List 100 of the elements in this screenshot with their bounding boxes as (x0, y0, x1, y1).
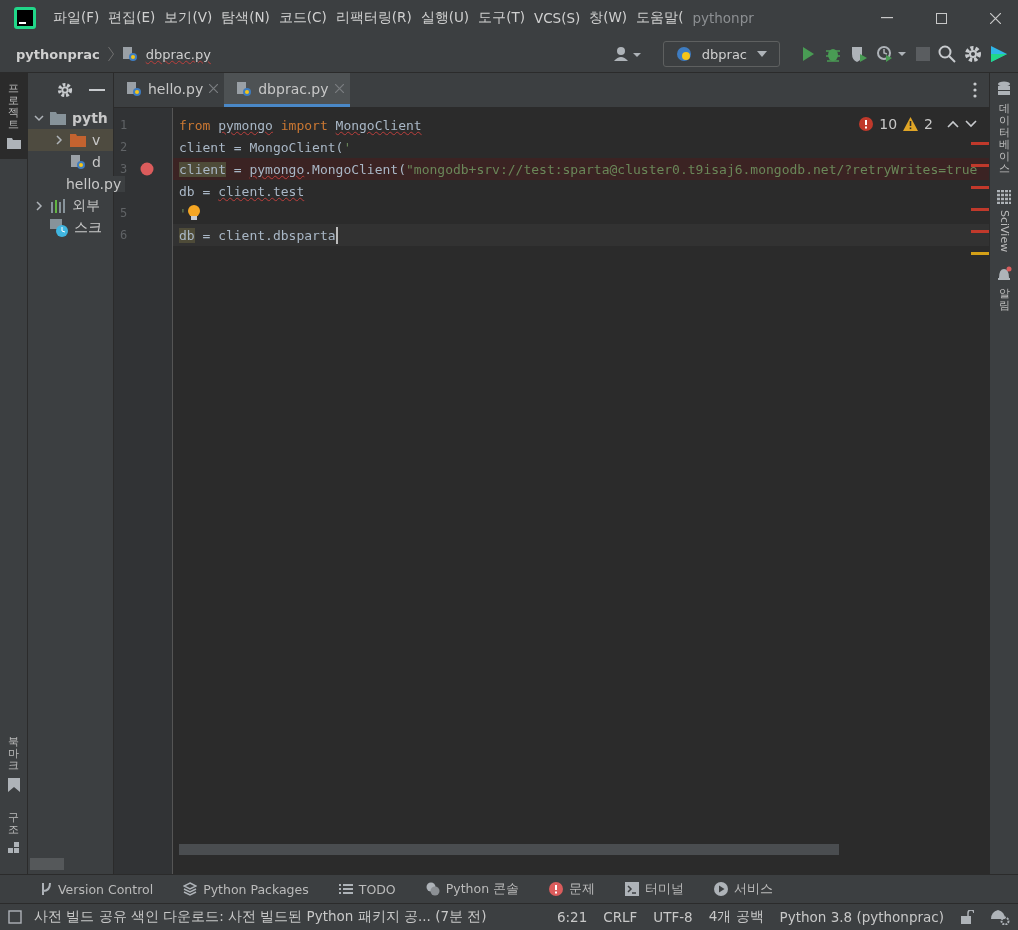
play-icon (714, 882, 729, 896)
menu-item[interactable]: 탐색(N) (221, 9, 270, 27)
code-line: ' (179, 205, 187, 221)
chevron-right-icon[interactable] (34, 201, 44, 211)
status-message[interactable]: 사전 빌드 공유 색인 다운로드: 사전 빌드된 Python 패키지 공... (7분 전) (34, 908, 487, 926)
database-tool-tab[interactable]: 데이터베이스 (997, 81, 1011, 176)
settings-icon[interactable] (57, 82, 73, 98)
bookmark-icon (7, 777, 20, 792)
minimize-panel-icon[interactable] (89, 88, 105, 92)
menu-item[interactable]: 리팩터링(R) (335, 9, 412, 27)
shield-run-icon[interactable] (850, 45, 868, 63)
grid-icon (997, 189, 1011, 204)
window-title: pythonpr (692, 10, 754, 26)
menu-item[interactable]: 창(W) (589, 9, 628, 27)
search-icon[interactable] (938, 45, 956, 63)
breadcrumb-project[interactable]: pythonprac (16, 46, 100, 62)
menu-item[interactable]: 보기(V) (164, 9, 213, 27)
terminal-icon (625, 882, 640, 896)
branch-icon (40, 882, 52, 896)
list-icon (338, 883, 353, 895)
scratch-clock-icon (50, 219, 68, 237)
tree-item[interactable]: v (92, 132, 101, 148)
tool-window-button[interactable]: TODO (338, 881, 396, 897)
tool-window-button[interactable]: 문제 (549, 880, 596, 898)
close-icon[interactable] (990, 12, 1001, 24)
settings-icon[interactable] (964, 45, 982, 63)
inspector-icon[interactable] (990, 909, 1010, 925)
scrollbar-thumb[interactable] (179, 844, 839, 855)
layers-icon (183, 882, 198, 896)
tool-window-button[interactable]: Python Packages (183, 881, 309, 897)
code-line: db = client.test (179, 183, 305, 199)
tool-window-button[interactable]: 터미널 (625, 880, 685, 898)
tree-item[interactable]: d (92, 154, 101, 170)
python-file-icon (126, 80, 142, 97)
menu-item[interactable]: VCS(S) (533, 10, 581, 26)
breadcrumb-separator-icon (107, 47, 114, 61)
error-count[interactable]: 10 (879, 116, 898, 132)
bell-icon (996, 265, 1012, 282)
error-icon[interactable] (859, 117, 874, 131)
triangle-logo-icon[interactable] (990, 45, 1008, 63)
menu-item[interactable]: 파일(F) (53, 9, 100, 27)
menu-item[interactable]: 실행(U) (420, 9, 470, 27)
tool-window-button[interactable]: Version Control (40, 881, 154, 897)
python-icon (425, 882, 440, 896)
menu-item[interactable]: 도움말( (636, 9, 684, 27)
run-configuration-dropdown[interactable]: dbprac (662, 41, 780, 67)
python-file-icon (236, 80, 253, 97)
cursor-position[interactable]: 6:21 (556, 909, 588, 925)
structure-tool-tab[interactable]: 구조 (7, 801, 20, 864)
line-ending[interactable]: CRLF (603, 909, 638, 925)
warning-count[interactable]: 2 (924, 116, 933, 132)
scrollbar-thumb[interactable] (30, 858, 64, 870)
editor-tab[interactable]: dbprac.py (224, 73, 350, 107)
profiler-icon[interactable] (876, 45, 908, 63)
warning-icon[interactable] (903, 117, 919, 131)
chevron-up-icon[interactable] (947, 120, 959, 128)
sciview-tool-tab[interactable]: SciView (997, 189, 1011, 252)
project-tool-tab[interactable]: 프로젝트 (0, 73, 27, 160)
python-icon (675, 46, 692, 62)
close-icon[interactable] (209, 84, 219, 93)
menu-item[interactable]: 편집(E) (108, 9, 156, 27)
tree-item[interactable]: 외부 (72, 197, 100, 215)
maximize-icon[interactable] (936, 12, 947, 24)
bar-chart-icon (50, 199, 66, 213)
breadcrumb-file[interactable]: dbprac.py (145, 46, 211, 62)
menu-item[interactable]: 코드(C) (278, 9, 327, 27)
menu-item[interactable]: 도구(T) (478, 9, 525, 27)
code-line: client = MongoClient(' (179, 139, 352, 155)
squares-icon (7, 842, 20, 854)
user-icon[interactable] (612, 46, 643, 62)
indent-setting[interactable]: 4개 공백 (708, 908, 764, 926)
chevron-right-icon[interactable] (54, 135, 64, 145)
more-options-icon[interactable] (973, 82, 977, 98)
notifications-tool-tab[interactable]: 알림 (996, 265, 1012, 312)
code-line: from pymongo import MongoClient (179, 117, 422, 133)
lightbulb-icon[interactable] (186, 204, 201, 222)
tree-item[interactable]: 스크 (74, 219, 102, 237)
tree-item[interactable]: pyth (72, 110, 108, 126)
chevron-down-icon[interactable] (34, 113, 44, 123)
text-cursor (335, 226, 338, 244)
python-file-icon (121, 46, 138, 62)
folder-icon (6, 137, 21, 150)
padlock-icon[interactable] (960, 910, 974, 924)
minimize-icon[interactable] (881, 17, 893, 19)
folder-icon (50, 111, 66, 125)
tool-window-button[interactable]: 서비스 (714, 880, 774, 898)
interpreter-selector[interactable]: Python 3.8 (pythonprac) (779, 909, 944, 925)
editor-tab[interactable]: hello.py (114, 73, 225, 107)
tool-window-button[interactable]: Python 콘솔 (425, 880, 520, 898)
folder-icon (70, 133, 86, 147)
file-encoding[interactable]: UTF-8 (653, 909, 693, 925)
run-icon[interactable] (800, 46, 816, 62)
breakpoint-icon[interactable] (140, 162, 154, 176)
panel-toggle-icon[interactable] (8, 910, 22, 924)
bookmarks-tool-tab[interactable]: 북마크 (7, 725, 20, 802)
error-icon (549, 882, 564, 896)
chevron-down-icon[interactable] (965, 120, 977, 128)
app-logo-icon (14, 7, 36, 29)
tree-item[interactable]: hello.py (66, 176, 126, 192)
code-line: db = client.dbsparta (179, 227, 336, 243)
